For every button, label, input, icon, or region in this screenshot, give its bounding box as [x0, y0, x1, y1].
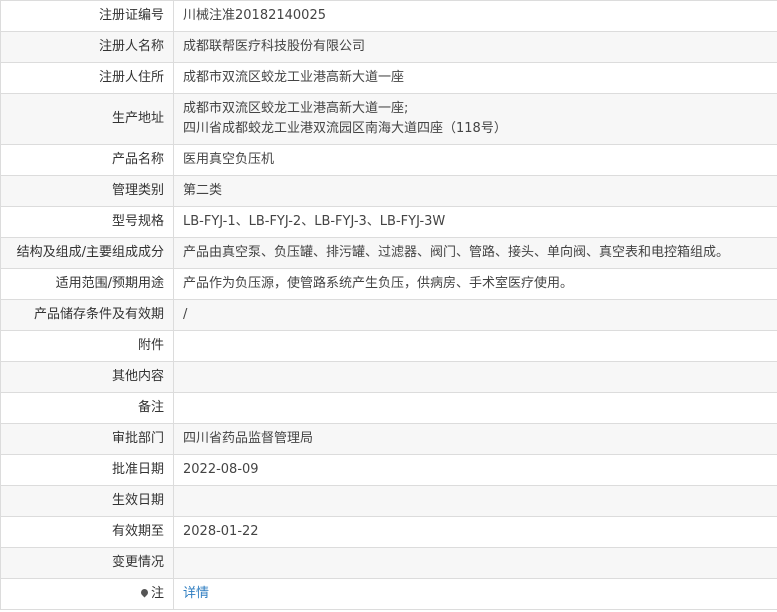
value-other-content: [173, 361, 777, 393]
value-model-spec: LB-FYJ-1、LB-FYJ-2、LB-FYJ-3、LB-FYJ-3W: [173, 206, 777, 238]
table-row: 注 详情: [0, 578, 777, 610]
table-row: 批准日期 2022-08-09: [0, 454, 777, 486]
table-row: 型号规格 LB-FYJ-1、LB-FYJ-2、LB-FYJ-3、LB-FYJ-3…: [0, 206, 777, 238]
table-row: 产品名称 医用真空负压机: [0, 144, 777, 176]
value-change-history: [173, 547, 777, 579]
table-row: 生产地址 成都市双流区蛟龙工业港高新大道一座; 四川省成都蛟龙工业港双流园区南海…: [0, 93, 777, 145]
label-registrant-name: 注册人名称: [0, 31, 174, 63]
table-row: 注册证编号 川械注准20182140025: [0, 0, 777, 32]
value-remarks: [173, 392, 777, 424]
label-product-name: 产品名称: [0, 144, 174, 176]
table-row: 有效期至 2028-01-22: [0, 516, 777, 548]
table-row: 审批部门 四川省药品监督管理局: [0, 423, 777, 455]
label-effective-date: 生效日期: [0, 485, 174, 517]
label-management-category: 管理类别: [0, 175, 174, 207]
label-change-history: 变更情况: [0, 547, 174, 579]
value-approval-date: 2022-08-09: [173, 454, 777, 486]
registration-info-table: 注册证编号 川械注准20182140025 注册人名称 成都联帮医疗科技股份有限…: [0, 0, 777, 610]
value-effective-date: [173, 485, 777, 517]
table-row: 备注: [0, 392, 777, 424]
label-model-spec: 型号规格: [0, 206, 174, 238]
details-link[interactable]: 详情: [183, 586, 209, 601]
value-structure-composition: 产品由真空泵、负压罐、排污罐、过滤器、阀门、管路、接头、单向阀、真空表和电控箱组…: [173, 237, 777, 269]
label-intended-use: 适用范围/预期用途: [0, 268, 174, 300]
value-production-address: 成都市双流区蛟龙工业港高新大道一座; 四川省成都蛟龙工业港双流园区南海大道四座（…: [173, 93, 777, 145]
label-approval-date: 批准日期: [0, 454, 174, 486]
note-label-text: 注: [150, 586, 164, 601]
table-row: 变更情况: [0, 547, 777, 579]
table-row: 适用范围/预期用途 产品作为负压源，使管路系统产生负压，供病房、手术室医疗使用。: [0, 268, 777, 300]
table-body: 注册证编号 川械注准20182140025 注册人名称 成都联帮医疗科技股份有限…: [0, 0, 777, 610]
value-registrant-address: 成都市双流区蛟龙工业港高新大道一座: [173, 62, 777, 94]
production-address-line-2: 四川省成都蛟龙工业港双流园区南海大道四座（118号）: [183, 121, 507, 136]
label-approval-department: 审批部门: [0, 423, 174, 455]
value-storage-conditions: /: [173, 299, 777, 331]
table-row: 管理类别 第二类: [0, 175, 777, 207]
label-storage-conditions: 产品储存条件及有效期: [0, 299, 174, 331]
value-attachments: [173, 330, 777, 362]
production-address-line-1: 成都市双流区蛟龙工业港高新大道一座;: [183, 101, 409, 116]
label-note: 注: [0, 578, 174, 610]
table-row: 生效日期: [0, 485, 777, 517]
map-pin-icon: [139, 587, 150, 598]
table-row: 其他内容: [0, 361, 777, 393]
label-production-address: 生产地址: [0, 93, 174, 145]
value-registrant-name: 成都联帮医疗科技股份有限公司: [173, 31, 777, 63]
label-valid-until: 有效期至: [0, 516, 174, 548]
label-remarks: 备注: [0, 392, 174, 424]
value-management-category: 第二类: [173, 175, 777, 207]
label-attachments: 附件: [0, 330, 174, 362]
table-row: 注册人住所 成都市双流区蛟龙工业港高新大道一座: [0, 62, 777, 94]
label-structure-composition: 结构及组成/主要组成成分: [0, 237, 174, 269]
value-product-name: 医用真空负压机: [173, 144, 777, 176]
table-row: 结构及组成/主要组成成分 产品由真空泵、负压罐、排污罐、过滤器、阀门、管路、接头…: [0, 237, 777, 269]
label-other-content: 其他内容: [0, 361, 174, 393]
value-intended-use: 产品作为负压源，使管路系统产生负压，供病房、手术室医疗使用。: [173, 268, 777, 300]
table-row: 附件: [0, 330, 777, 362]
table-row: 注册人名称 成都联帮医疗科技股份有限公司: [0, 31, 777, 63]
label-registration-number: 注册证编号: [0, 0, 174, 32]
value-valid-until: 2028-01-22: [173, 516, 777, 548]
value-note: 详情: [173, 578, 777, 610]
label-registrant-address: 注册人住所: [0, 62, 174, 94]
table-row: 产品储存条件及有效期 /: [0, 299, 777, 331]
value-registration-number: 川械注准20182140025: [173, 0, 777, 32]
value-approval-department: 四川省药品监督管理局: [173, 423, 777, 455]
